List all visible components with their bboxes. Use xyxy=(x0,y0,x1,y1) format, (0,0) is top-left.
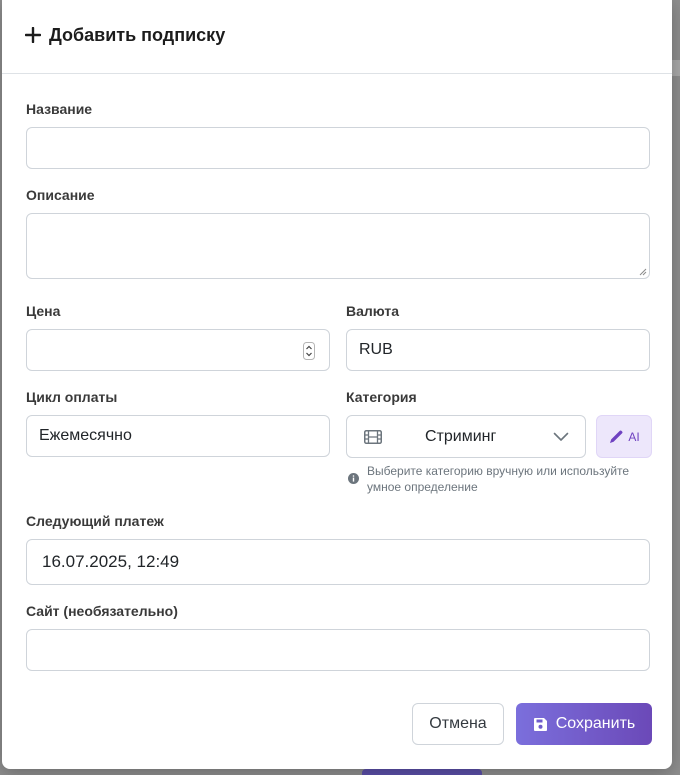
cancel-button-label: Отмена xyxy=(429,715,487,732)
price-input[interactable] xyxy=(26,329,330,371)
website-label: Сайт (необязательно) xyxy=(26,603,178,619)
cancel-button[interactable]: Отмена xyxy=(412,703,504,745)
number-spinner-icon[interactable] xyxy=(303,342,315,360)
name-label: Название xyxy=(26,101,93,117)
billing-cycle-input[interactable]: Ежемесячно xyxy=(26,415,330,457)
name-input[interactable] xyxy=(26,127,650,169)
next-payment-label: Следующий платеж xyxy=(26,513,164,529)
currency-input[interactable]: RUB xyxy=(346,329,650,371)
category-hint-text: Выберите категорию вручную или используй… xyxy=(367,464,630,494)
film-icon xyxy=(364,430,382,444)
description-textarea[interactable] xyxy=(26,213,650,279)
ai-button-label: AI xyxy=(628,429,640,444)
plus-icon xyxy=(25,27,41,43)
add-subscription-modal: Добавить подписку Название Описание Цена… xyxy=(2,0,672,769)
billing-cycle-value: Ежемесячно xyxy=(39,427,132,444)
category-select[interactable]: Стриминг xyxy=(346,415,586,458)
backdrop-button-edge xyxy=(362,769,482,775)
floppy-disk-icon xyxy=(533,717,547,731)
save-button-label: Сохранить xyxy=(555,715,636,732)
currency-label: Валюта xyxy=(346,303,400,319)
magic-pencil-icon xyxy=(610,430,623,443)
currency-value: RUB xyxy=(359,341,393,358)
billing-cycle-label: Цикл оплаты xyxy=(26,389,118,405)
price-label: Цена xyxy=(26,303,61,319)
modal-header: Добавить подписку xyxy=(2,0,672,74)
ai-detect-category-button[interactable]: AI xyxy=(596,415,652,458)
next-payment-datetime-input[interactable]: 16.07.2025, 12:49 xyxy=(26,539,650,585)
description-label: Описание xyxy=(26,187,95,203)
save-button[interactable]: Сохранить xyxy=(516,703,652,745)
info-icon xyxy=(348,473,359,484)
category-label: Категория xyxy=(346,389,417,405)
website-input[interactable] xyxy=(26,629,650,671)
next-payment-value: 16.07.2025, 12:49 xyxy=(42,552,180,571)
chevron-down-icon xyxy=(553,432,569,441)
modal-title: Добавить подписку xyxy=(49,25,226,45)
backdrop-strip xyxy=(672,60,680,76)
resize-handle-icon[interactable] xyxy=(639,268,647,276)
category-value: Стриминг xyxy=(425,428,497,445)
